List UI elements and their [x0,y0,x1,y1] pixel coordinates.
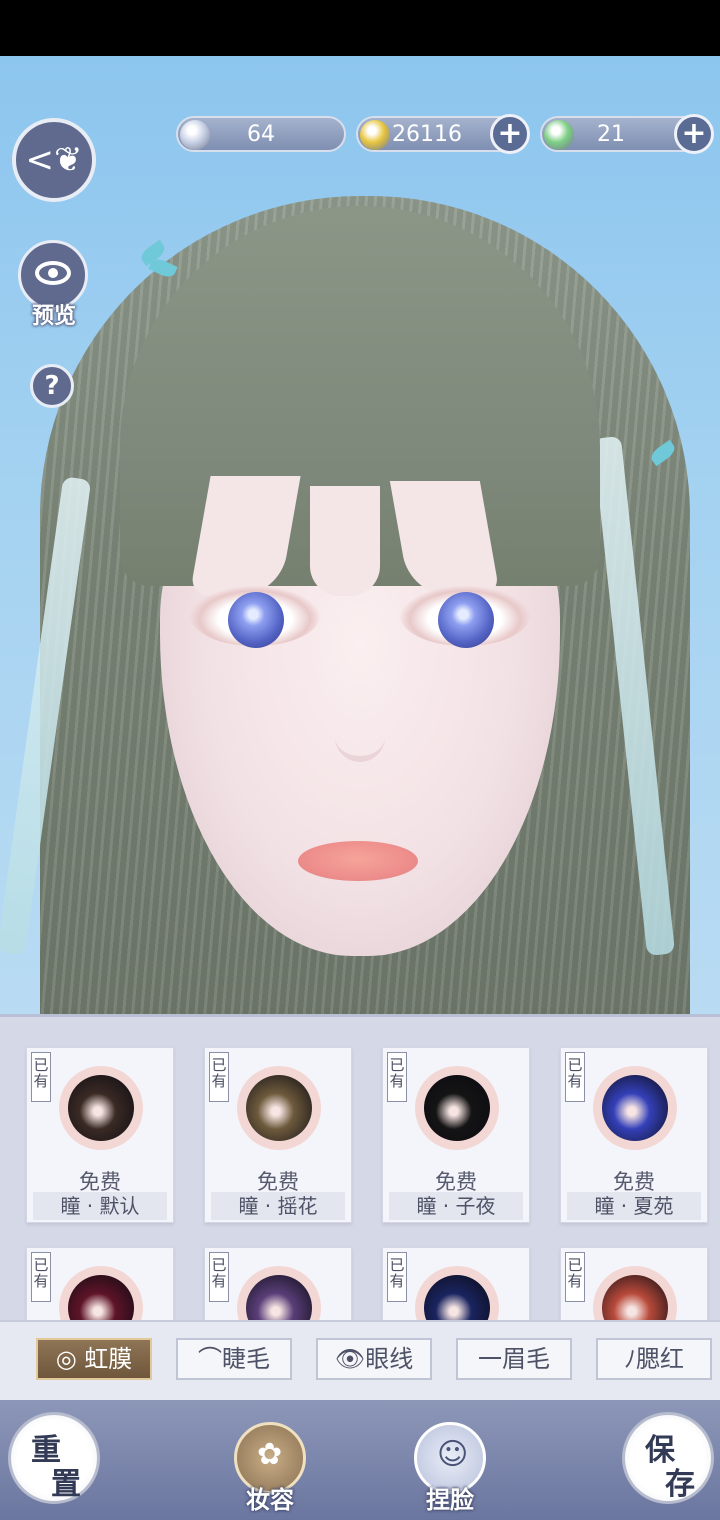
category-tab[interactable]: ◎ 虹膜 [36,1338,152,1380]
category-tab[interactable]: ﾉ腮红 [596,1338,712,1380]
help-button[interactable]: ? [30,364,74,408]
face-silhouette-icon: ☺ [437,1437,469,1472]
currency-silver-value: 64 [247,121,275,147]
reset-button[interactable]: 重 置 [8,1412,100,1504]
iris-item-card[interactable]: 已有 免费瞳 · 摇花 [204,1047,352,1223]
owned-badge: 已有 [387,1052,407,1102]
bottom-bar: 重 置 ✿ 妆容 ☺ 捏脸 保 存 [0,1400,720,1520]
iris-swatch [424,1075,490,1141]
right-iris [438,592,494,648]
iris-item-card[interactable]: 已有 免费瞳 · 夏苑 [560,1047,708,1223]
category-tab[interactable]: ⌒睫毛 [176,1338,292,1380]
owned-badge: 已有 [31,1252,51,1302]
eye-icon [35,261,71,285]
status-bar [0,0,720,56]
category-tab[interactable]: 一眉毛 [456,1338,572,1380]
save-button[interactable]: 保 存 [622,1412,714,1504]
item-name: 瞳 · 子夜 [389,1192,523,1220]
back-button[interactable]: <❦ [12,118,96,202]
currency-silver: 64 [176,116,346,152]
item-name: 瞳 · 摇花 [211,1192,345,1220]
makeup-category-tabs: ◎ 虹膜 ⌒睫毛 👁眼线 一眉毛 ﾉ腮红 [0,1320,720,1400]
currency-gold: 26116 + [356,114,530,154]
currency-jade-value: 21 [597,121,625,147]
add-jade-button[interactable]: + [674,114,714,154]
reset-label-2: 置 [51,1467,81,1502]
makeup-mode-label: 妆容 [246,1485,294,1514]
add-gold-button[interactable]: + [490,114,530,154]
iris-swatch [602,1075,668,1141]
iris-item-card[interactable]: 已有 免费瞳 · 子夜 [382,1047,530,1223]
character-preview[interactable] [0,56,720,1016]
owned-badge: 已有 [565,1252,585,1302]
owned-badge: 已有 [31,1052,51,1102]
owned-badge: 已有 [209,1052,229,1102]
item-name: 瞳 · 夏苑 [567,1192,701,1220]
lips [298,841,418,881]
owned-badge: 已有 [565,1052,585,1102]
item-name: 瞳 · 默认 [33,1192,167,1220]
forehead-gap [310,486,380,596]
iris-item-card[interactable]: 已有 免费瞳 · 默认 [26,1047,174,1223]
owned-badge: 已有 [387,1252,407,1302]
butterfly-back-icon: <❦ [25,140,83,180]
save-label-2: 存 [665,1467,695,1502]
iris-swatch [68,1075,134,1141]
iris-swatch [246,1075,312,1141]
nose [335,696,385,762]
owned-badge: 已有 [209,1252,229,1302]
left-iris [228,592,284,648]
face-sculpt-label: 捏脸 [426,1485,474,1514]
woman-portrait-icon: ✿ [257,1437,283,1472]
currency-gold-value: 26116 [392,121,462,147]
category-tab[interactable]: 👁眼线 [316,1338,432,1380]
preview-label: 预览 [31,303,76,329]
currency-jade: 21 + [540,114,714,154]
